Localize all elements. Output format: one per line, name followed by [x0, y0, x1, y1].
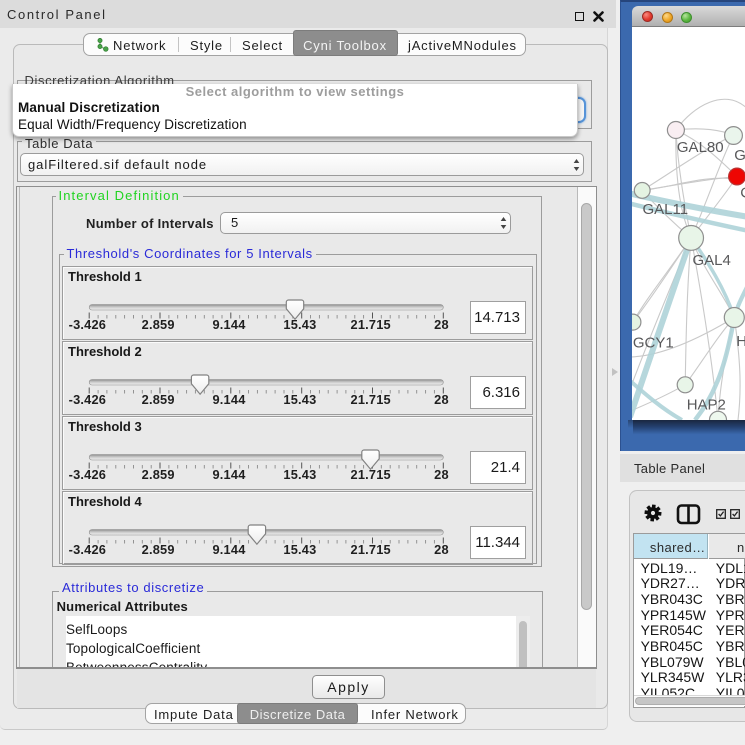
svg-text:28: 28 [434, 317, 449, 332]
svg-text:-3.426: -3.426 [69, 542, 107, 557]
svg-text:9.144: 9.144 [212, 467, 246, 482]
svg-text:-3.426: -3.426 [69, 392, 107, 407]
svg-text:2.859: 2.859 [142, 467, 175, 482]
svg-text:-3.426: -3.426 [69, 467, 107, 482]
svg-text:21.715: 21.715 [351, 317, 391, 332]
svg-text:21.715: 21.715 [351, 542, 391, 557]
svg-text:15.43: 15.43 [283, 317, 316, 332]
svg-text:GAL80: GAL80 [676, 139, 723, 156]
svg-text:GA: GA [734, 147, 745, 164]
svg-text:C: C [740, 184, 745, 201]
svg-text:15.43: 15.43 [283, 542, 316, 557]
svg-text:GCY1: GCY1 [632, 334, 673, 351]
svg-text:-3.426: -3.426 [69, 317, 107, 332]
svg-text:2.859: 2.859 [142, 392, 175, 407]
svg-text:2.859: 2.859 [142, 317, 175, 332]
svg-text:28: 28 [434, 392, 449, 407]
svg-text:HAP2: HAP2 [686, 396, 725, 413]
svg-text:28: 28 [434, 542, 449, 557]
svg-text:GAL11: GAL11 [642, 200, 688, 217]
svg-text:GAL4: GAL4 [692, 252, 730, 269]
svg-text:21.715: 21.715 [351, 392, 391, 407]
svg-text:9.144: 9.144 [212, 317, 246, 332]
svg-text:28: 28 [434, 467, 449, 482]
svg-text:2.859: 2.859 [142, 542, 175, 557]
svg-text:9.144: 9.144 [212, 392, 246, 407]
svg-text:9.144: 9.144 [212, 542, 246, 557]
svg-text:15.43: 15.43 [283, 392, 316, 407]
svg-text:H: H [736, 332, 745, 349]
svg-text:15.43: 15.43 [283, 467, 316, 482]
